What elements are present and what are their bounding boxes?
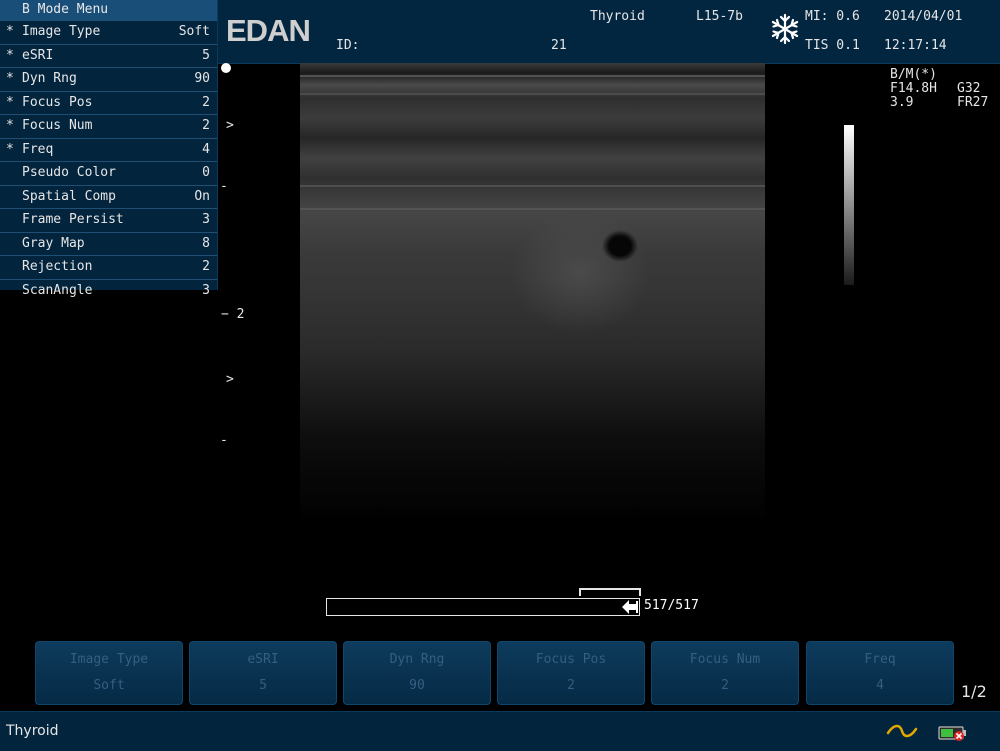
menu-item[interactable]: Gray Map 8 bbox=[0, 231, 217, 256]
menu-item-label: Pseudo Color bbox=[22, 165, 116, 180]
menu-item[interactable]: Pseudo Color 0 bbox=[0, 161, 217, 185]
frequency-readout: F14.8H bbox=[890, 81, 937, 96]
softkey-label: Image Type bbox=[69, 652, 149, 667]
softkey-dyn-rng[interactable]: Dyn Rng 90 bbox=[343, 641, 491, 705]
menu-star: * bbox=[6, 47, 14, 63]
menu-item-value: 0 bbox=[202, 165, 210, 180]
menu-item-label: Image Type bbox=[22, 24, 101, 39]
menu-item[interactable]: * eSRI 5 bbox=[0, 43, 217, 68]
snowflake-icon bbox=[771, 13, 799, 45]
menu-star: * bbox=[6, 24, 14, 39]
exam-time: 12:17:14 bbox=[884, 38, 947, 53]
menu-item-label: Focus Num bbox=[22, 118, 93, 133]
menu-item[interactable]: Rejection 2 bbox=[0, 255, 217, 279]
softkey-value: Soft bbox=[93, 678, 125, 693]
depth-tick: - bbox=[220, 433, 228, 448]
exam-type: Thyroid bbox=[590, 9, 645, 24]
status-exam: Thyroid bbox=[6, 723, 59, 739]
battery-icon bbox=[938, 726, 966, 741]
menu-item-value: 2 bbox=[202, 94, 210, 110]
probe-name: L15-7b bbox=[696, 9, 743, 24]
focus-position-dot bbox=[221, 63, 231, 73]
depth-tick: - bbox=[220, 179, 228, 194]
menu-item[interactable]: ScanAngle 3 bbox=[0, 278, 217, 303]
softkey-value: 2 bbox=[567, 678, 575, 693]
softkey-label: Freq bbox=[864, 652, 896, 667]
menu-item-value: 3 bbox=[202, 212, 210, 227]
menu-item-value: 5 bbox=[202, 47, 210, 63]
depth-readout: 3.9 bbox=[890, 95, 914, 110]
softkey-esri[interactable]: eSRI 5 bbox=[189, 641, 337, 705]
depth-label-2: − 2 bbox=[221, 307, 245, 322]
menu-item-value: 8 bbox=[202, 235, 210, 251]
menu-item-value: 90 bbox=[194, 71, 210, 86]
menu-item-label: Rejection bbox=[22, 259, 93, 274]
menu-item[interactable]: * Image Type Soft bbox=[0, 20, 217, 44]
thermal-index: TIS 0.1 bbox=[805, 38, 860, 53]
cine-arrow-icon bbox=[622, 600, 638, 614]
menu-item-label: Gray Map bbox=[22, 235, 85, 251]
menu-item-label: ScanAngle bbox=[22, 282, 93, 298]
ultrasound-image[interactable] bbox=[300, 63, 765, 523]
softkey-focus-num[interactable]: Focus Num 2 bbox=[651, 641, 799, 705]
softkey-value: 90 bbox=[409, 678, 425, 693]
imaging-mode: B/M(*) bbox=[890, 67, 937, 82]
gain-readout: G32 bbox=[957, 81, 981, 96]
softkey-freq[interactable]: Freq 4 bbox=[806, 641, 954, 705]
softkey-image-type[interactable]: Image Type Soft bbox=[35, 641, 183, 705]
menu-item-label: eSRI bbox=[22, 47, 54, 63]
framerate-readout: FR27 bbox=[957, 95, 989, 110]
menu-item[interactable]: * Focus Pos 2 bbox=[0, 90, 217, 115]
b-mode-menu: B Mode Menu * Image Type Soft * eSRI 5 * Dyn … bbox=[0, 0, 218, 298]
edan-logo: EDAN bbox=[226, 13, 311, 48]
grayscale-bar bbox=[844, 125, 854, 285]
status-bar: Thyroid bbox=[0, 711, 1000, 751]
mechanical-index: MI: 0.6 bbox=[805, 9, 860, 24]
menu-star: * bbox=[6, 141, 14, 157]
softkey-value: 5 bbox=[259, 678, 267, 693]
softkey-label: Focus Pos bbox=[535, 652, 607, 667]
menu-item[interactable]: Frame Persist 3 bbox=[0, 208, 217, 232]
menu-item-label: Focus Pos bbox=[22, 94, 93, 110]
ac-power-icon bbox=[886, 724, 918, 738]
focus-marker: > bbox=[226, 118, 234, 133]
cine-bracket bbox=[579, 588, 641, 596]
menu-item[interactable]: * Dyn Rng 90 bbox=[0, 67, 217, 91]
menu-item-value: 4 bbox=[202, 141, 210, 157]
softkey-value: 2 bbox=[721, 678, 729, 693]
cine-progress-bar[interactable] bbox=[326, 598, 640, 616]
page-indicator[interactable]: 1/2 bbox=[961, 682, 987, 701]
menu-star: * bbox=[6, 118, 14, 133]
menu-item-label: Freq bbox=[22, 141, 54, 157]
patient-id-label: ID: bbox=[336, 38, 360, 53]
menu-item-label: Dyn Rng bbox=[22, 71, 77, 86]
menu-item[interactable]: * Freq 4 bbox=[0, 137, 217, 162]
focus-marker: > bbox=[226, 372, 234, 387]
menu-item[interactable]: * Focus Num 2 bbox=[0, 114, 217, 138]
menu-item-value: Soft bbox=[178, 24, 210, 39]
menu-item-value: 2 bbox=[202, 259, 210, 274]
softkey-label: eSRI bbox=[247, 652, 279, 667]
menu-item-value: 2 bbox=[202, 118, 210, 133]
menu-item[interactable]: Spatial Comp On bbox=[0, 184, 217, 209]
softkey-value: 4 bbox=[876, 678, 884, 693]
menu-item-value: On bbox=[194, 188, 210, 204]
cine-frame-count: 517/517 bbox=[644, 598, 699, 613]
menu-item-value: 3 bbox=[202, 282, 210, 298]
menu-item-label: Spatial Comp bbox=[22, 188, 116, 204]
softkey-focus-pos[interactable]: Focus Pos 2 bbox=[497, 641, 645, 705]
menu-star: * bbox=[6, 94, 14, 110]
softkey-label: Dyn Rng bbox=[389, 652, 445, 667]
menu-item-label: Frame Persist bbox=[22, 212, 124, 227]
softkey-label: Focus Num bbox=[689, 652, 761, 667]
exam-number: 21 bbox=[551, 38, 567, 53]
menu-title: B Mode Menu bbox=[0, 0, 217, 20]
menu-star: * bbox=[6, 71, 14, 86]
header-bar: EDAN ID: Thyroid 21 L15-7b MI: 0.6 TIS 0… bbox=[218, 0, 1000, 64]
exam-date: 2014/04/01 bbox=[884, 9, 963, 24]
